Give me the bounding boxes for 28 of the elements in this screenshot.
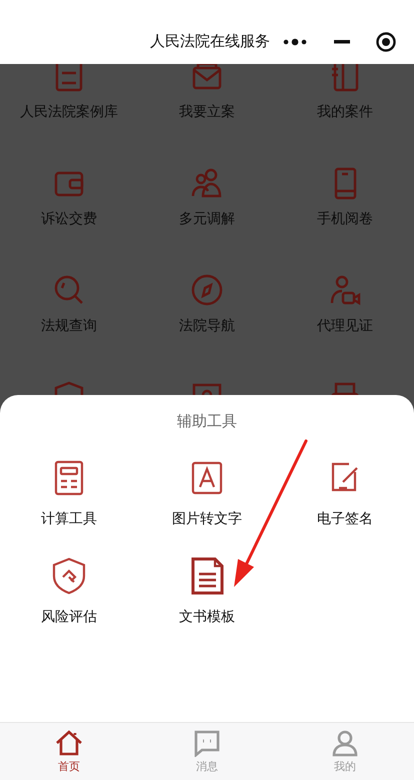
service-label[interactable]: 代理见证	[317, 317, 373, 335]
home-icon	[55, 729, 83, 757]
service-label[interactable]: 多元调解	[179, 210, 235, 228]
window-title: 人民法院在线服务	[150, 32, 270, 51]
chat-icon	[193, 729, 221, 757]
tool-label[interactable]: 文书模板	[179, 608, 235, 626]
service-label[interactable]: 我要立案	[179, 103, 235, 121]
tool-label[interactable]: 计算工具	[41, 510, 97, 528]
people-icon[interactable]	[190, 166, 224, 200]
tab[interactable]: 我的	[276, 723, 414, 780]
tab[interactable]: 消息	[138, 723, 276, 780]
compass-icon[interactable]	[190, 273, 224, 307]
close-icon[interactable]	[376, 32, 396, 52]
service-label[interactable]: 诉讼交费	[41, 210, 97, 228]
service-label[interactable]: 人民法院案例库	[20, 103, 118, 121]
service-label[interactable]: 我的案件	[317, 103, 373, 121]
minimize-icon[interactable]	[334, 40, 350, 44]
tab[interactable]: 首页	[0, 723, 138, 780]
service-label[interactable]: 法规查询	[41, 317, 97, 335]
service-label[interactable]: 手机阅卷	[317, 210, 373, 228]
more-icon[interactable]	[282, 37, 308, 47]
tool-label[interactable]: 图片转文字	[172, 510, 242, 528]
person-camera-icon[interactable]	[328, 273, 362, 307]
tool-label[interactable]: 电子签名	[317, 510, 373, 528]
person-icon	[331, 729, 359, 757]
sheet-title: 辅助工具	[177, 412, 237, 431]
tool-label[interactable]: 风险评估	[41, 608, 97, 626]
service-label[interactable]: 法院导航	[179, 317, 235, 335]
